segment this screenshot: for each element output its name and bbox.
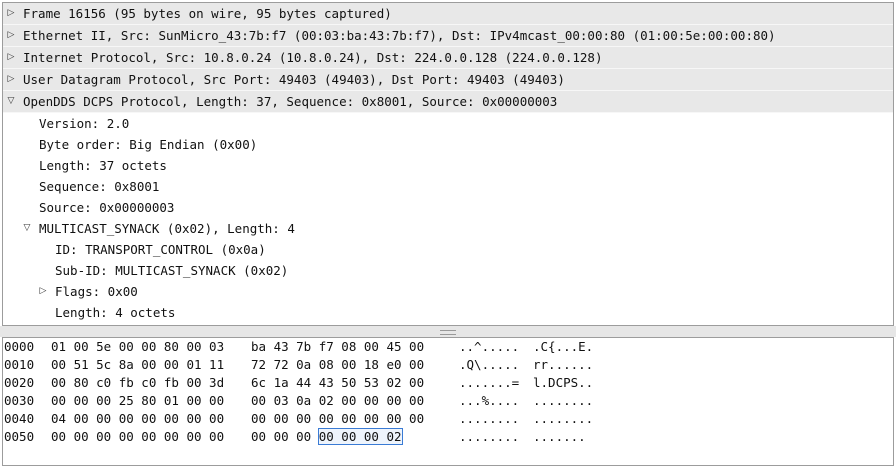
packet-details-tree[interactable]: ▷ Frame 16156 (95 bytes on wire, 95 bytes… bbox=[2, 2, 894, 326]
hex-bytes-group-2: 6c 1a 44 43 50 53 02 00 bbox=[251, 375, 425, 390]
pane-splitter[interactable] bbox=[0, 326, 896, 337]
collapsed-triangle-icon[interactable]: ▷ bbox=[37, 281, 49, 302]
hex-bytes-group-1: 00 00 00 00 00 00 00 00 bbox=[51, 429, 225, 444]
hex-bytes-group-2: 00 03 0a 02 00 00 00 00 bbox=[251, 393, 425, 408]
expanded-triangle-icon[interactable]: ▽ bbox=[5, 91, 17, 112]
hex-bytes-selected[interactable]: 00 00 00 02 bbox=[317, 428, 403, 445]
tree-row[interactable]: Byte order: Big Endian (0x00) bbox=[3, 134, 893, 155]
hex-bytes-group-2: 72 72 0a 08 00 18 e0 00 bbox=[251, 357, 425, 372]
ascii-group-2: rr...... bbox=[533, 357, 594, 372]
tree-row-label: User Datagram Protocol, Src Port: 49403 … bbox=[23, 72, 565, 87]
tree-row[interactable]: Length: 4 octets bbox=[3, 302, 893, 323]
tree-row-label: Sequence: 0x8001 bbox=[39, 179, 160, 194]
hex-row[interactable]: 0040 04 00 00 00 00 00 00 00 00 00 00 00 0… bbox=[3, 410, 893, 428]
tree-row-label: Internet Protocol, Src: 10.8.0.24 (10.8.… bbox=[23, 50, 603, 65]
tree-row-label: Byte order: Big Endian (0x00) bbox=[39, 137, 258, 152]
ascii-group-2: .C{...E. bbox=[533, 339, 594, 354]
tree-row-label: Sub-ID: MULTICAST_SYNACK (0x02) bbox=[55, 263, 289, 278]
tree-row[interactable]: Sequence: 0x8001 bbox=[3, 176, 893, 197]
ascii-group-1: .......= bbox=[459, 375, 520, 390]
tree-row-label: Length: 4 octets bbox=[55, 305, 176, 320]
tree-row-label: OpenDDS DCPS Protocol, Length: 37, Seque… bbox=[23, 94, 558, 109]
hex-row[interactable]: 0030 00 00 00 25 80 01 00 00 00 03 0a 02 0… bbox=[3, 392, 893, 410]
tree-row[interactable]: Source: 0x00000003 bbox=[3, 197, 893, 218]
tree-row[interactable]: Length: 37 octets bbox=[3, 155, 893, 176]
hex-bytes-group-1: 01 00 5e 00 00 80 00 03 bbox=[51, 339, 225, 354]
tree-row[interactable]: ▷ Flags: 0x00 bbox=[3, 281, 893, 302]
hex-row[interactable]: 0000 01 00 5e 00 00 80 00 03 ba 43 7b f7 0… bbox=[3, 338, 893, 356]
hex-bytes-group-1: 04 00 00 00 00 00 00 00 bbox=[51, 411, 225, 426]
ascii-group-1: ..^..... bbox=[459, 339, 520, 354]
tree-row[interactable]: ID: TRANSPORT_CONTROL (0x0a) bbox=[3, 239, 893, 260]
hex-bytes-group-2: 00 00 00 00 00 00 00 00 bbox=[251, 411, 425, 426]
hex-offset: 0040 bbox=[4, 411, 35, 426]
tree-row[interactable]: ▷ Internet Protocol, Src: 10.8.0.24 (10.8… bbox=[3, 47, 893, 69]
collapsed-triangle-icon[interactable]: ▷ bbox=[5, 3, 17, 24]
expanded-triangle-icon[interactable]: ▽ bbox=[21, 218, 33, 239]
ascii-group-1: ...%.... bbox=[459, 393, 520, 408]
hex-offset: 0020 bbox=[4, 375, 35, 390]
tree-row[interactable]: Sub-ID: MULTICAST_SYNACK (0x02) bbox=[3, 260, 893, 281]
tree-row[interactable]: ▷ Frame 16156 (95 bytes on wire, 95 bytes… bbox=[3, 3, 893, 25]
tree-row[interactable]: ▷ Ethernet II, Src: SunMicro_43:7b:f7 (00… bbox=[3, 25, 893, 47]
hex-offset: 0030 bbox=[4, 393, 35, 408]
collapsed-triangle-icon[interactable]: ▷ bbox=[5, 25, 17, 46]
tree-row-label: MULTICAST_SYNACK (0x02), Length: 4 bbox=[39, 221, 295, 236]
hex-offset: 0000 bbox=[4, 339, 35, 354]
hex-bytes-group-1: 00 00 00 25 80 01 00 00 bbox=[51, 393, 225, 408]
collapsed-triangle-icon[interactable]: ▷ bbox=[5, 47, 17, 68]
ascii-group-2: ........ bbox=[533, 411, 594, 426]
hex-bytes-group-1: 00 51 5c 8a 00 00 01 11 bbox=[51, 357, 225, 372]
tree-row[interactable]: Version: 2.0 bbox=[3, 113, 893, 134]
tree-row[interactable]: ▽ OpenDDS DCPS Protocol, Length: 37, Sequ… bbox=[3, 91, 893, 113]
hex-offset: 0010 bbox=[4, 357, 35, 372]
tree-row[interactable]: ▷ User Datagram Protocol, Src Port: 49403… bbox=[3, 69, 893, 91]
tree-row-label: Length: 37 octets bbox=[39, 158, 167, 173]
tree-row-label: Version: 2.0 bbox=[39, 116, 130, 131]
tree-row[interactable]: ▽ MULTICAST_SYNACK (0x02), Length: 4 bbox=[3, 218, 893, 239]
hex-bytes-unselected: 00 00 00 bbox=[251, 429, 319, 444]
hex-bytes-group-2: 00 00 00 00 00 00 02 bbox=[251, 428, 403, 446]
ascii-group-2: ........ bbox=[533, 393, 594, 408]
tree-row-label: Frame 16156 (95 bytes on wire, 95 bytes … bbox=[23, 6, 392, 21]
packet-bytes-pane[interactable]: 0000 01 00 5e 00 00 80 00 03 ba 43 7b f7 0… bbox=[2, 337, 894, 466]
tree-row-label: Source: 0x00000003 bbox=[39, 200, 175, 215]
ascii-group-1: ........ bbox=[459, 429, 520, 444]
ascii-group-1: ........ bbox=[459, 411, 520, 426]
ascii-group-1: .Q\..... bbox=[459, 357, 520, 372]
hex-row[interactable]: 0010 00 51 5c 8a 00 00 01 11 72 72 0a 08 0… bbox=[3, 356, 893, 374]
tree-row-label: ID: TRANSPORT_CONTROL (0x0a) bbox=[55, 242, 266, 257]
hex-offset: 0050 bbox=[4, 429, 35, 444]
ascii-group-2: ....... bbox=[533, 429, 586, 444]
hex-bytes-group-1: 00 80 c0 fb c0 fb 00 3d bbox=[51, 375, 225, 390]
tree-row-label: Flags: 0x00 bbox=[55, 284, 138, 299]
hex-row[interactable]: 0050 00 00 00 00 00 00 00 00 00 00 00 00 0… bbox=[3, 428, 893, 446]
splitter-grip-icon[interactable] bbox=[440, 330, 456, 335]
hex-bytes-group-2: ba 43 7b f7 08 00 45 00 bbox=[251, 339, 425, 354]
hex-row[interactable]: 0020 00 80 c0 fb c0 fb 00 3d 6c 1a 44 43 5… bbox=[3, 374, 893, 392]
tree-row-label: Ethernet II, Src: SunMicro_43:7b:f7 (00:… bbox=[23, 28, 776, 43]
ascii-group-2: l.DCPS.. bbox=[533, 375, 594, 390]
collapsed-triangle-icon[interactable]: ▷ bbox=[5, 69, 17, 90]
